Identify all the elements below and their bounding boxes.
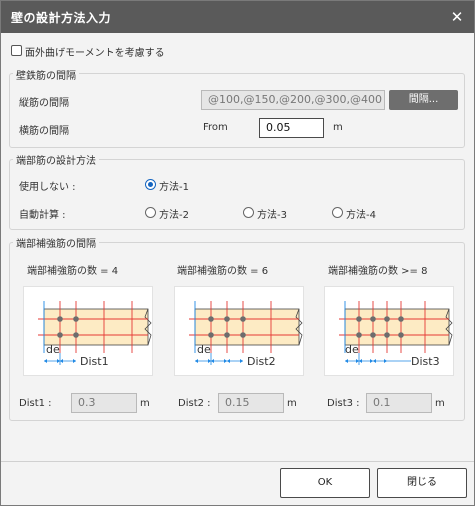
case-1-diagram: de Dist1 xyxy=(23,286,153,376)
rebar-diagram-6 xyxy=(189,301,303,365)
case-3-title: 端部補強筋の数 >= 8 xyxy=(328,266,428,277)
case-3-diagram: de Dist3 xyxy=(324,286,454,376)
case-1-title: 端部補強筋の数 = 4 xyxy=(27,266,119,277)
dist1-unit: m xyxy=(140,398,150,409)
case-1-de-label: de xyxy=(46,343,60,356)
case-2-de-label: de xyxy=(197,343,211,356)
vertical-spacing-field: @100,@150,@200,@300,@400 xyxy=(201,90,385,110)
spacing-button[interactable]: 間隔... xyxy=(389,90,458,110)
end-design-group xyxy=(9,159,465,230)
title-bar: 壁の設計方法入力 ✕ xyxy=(1,1,474,33)
method-2-radio[interactable] xyxy=(145,207,156,218)
case-3-dist-label: Dist3 xyxy=(411,355,440,368)
auto-calc-label: 自動計算 : xyxy=(19,210,66,221)
dist1-field: 0.3 xyxy=(71,393,137,413)
unused-label: 使用しない : xyxy=(19,182,76,193)
dist2-field: 0.15 xyxy=(218,393,284,413)
dist3-field: 0.1 xyxy=(366,393,432,413)
ok-button[interactable]: OK xyxy=(280,468,370,498)
design-method-dialog: 壁の設計方法入力 ✕ 面外曲げモーメントを考慮する 壁鉄筋の間隔 縦筋の間隔 @… xyxy=(0,0,475,506)
method-3-radio[interactable] xyxy=(243,207,254,218)
case-2-title: 端部補強筋の数 = 6 xyxy=(177,266,269,277)
close-icon[interactable]: ✕ xyxy=(446,7,468,27)
from-label: From xyxy=(203,122,228,133)
dialog-title: 壁の設計方法入力 xyxy=(11,11,112,25)
rebar-spacing-group-label: 壁鉄筋の間隔 xyxy=(13,67,79,82)
horizontal-spacing-label: 横筋の間隔 xyxy=(19,126,69,137)
out-of-plane-checkbox[interactable] xyxy=(11,45,22,56)
vertical-spacing-label: 縦筋の間隔 xyxy=(19,98,69,109)
method-4-radio[interactable] xyxy=(332,207,343,218)
method-2-label: 方法-2 xyxy=(159,210,189,221)
dialog-footer: OK 閉じる xyxy=(1,461,474,505)
case-2-diagram: de Dist2 xyxy=(174,286,304,376)
horizontal-spacing-input[interactable]: 0.05 xyxy=(259,118,324,138)
horizontal-spacing-unit: m xyxy=(333,122,343,133)
end-spacing-group-label: 端部補強筋の間隔 xyxy=(13,235,99,250)
case-3-de-label: de xyxy=(345,343,359,356)
method-3-label: 方法-3 xyxy=(257,210,287,221)
out-of-plane-label: 面外曲げモーメントを考慮する xyxy=(25,48,165,59)
close-button[interactable]: 閉じる xyxy=(377,468,467,498)
method-1-label: 方法-1 xyxy=(159,182,189,193)
case-2-dist-label: Dist2 xyxy=(247,355,276,368)
method-4-label: 方法-4 xyxy=(346,210,376,221)
dist2-unit: m xyxy=(287,398,297,409)
end-design-group-label: 端部筋の設計方法 xyxy=(13,152,99,167)
rebar-spacing-group xyxy=(9,73,465,148)
dist3-unit: m xyxy=(435,398,445,409)
dist1-label: Dist1 : xyxy=(19,398,52,409)
dist2-label: Dist2 : xyxy=(178,398,211,409)
method-1-radio[interactable] xyxy=(145,179,156,190)
case-1-dist-label: Dist1 xyxy=(80,355,109,368)
dist3-label: Dist3 : xyxy=(327,398,360,409)
